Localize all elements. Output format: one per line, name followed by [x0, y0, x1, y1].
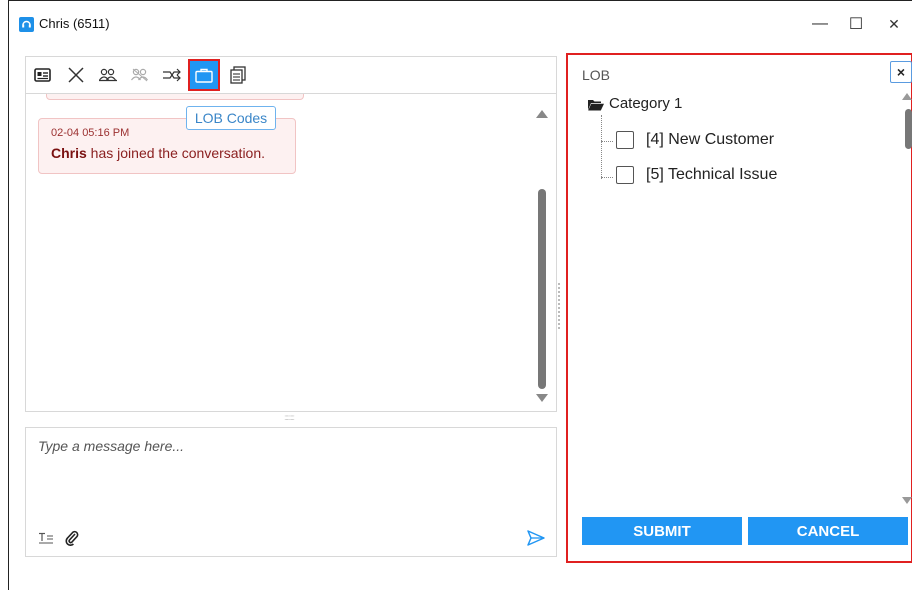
scroll-down-arrow-icon[interactable]	[536, 394, 548, 402]
text-format-icon[interactable]	[36, 528, 56, 548]
folder-open-icon	[588, 98, 604, 110]
lob-item-label: [4] New Customer	[646, 131, 775, 148]
horizontal-splitter[interactable]: ::::::::	[269, 414, 309, 422]
tree-connector	[601, 115, 602, 179]
message-sender: Chris	[51, 145, 87, 161]
lob-panel-title: LOB	[582, 67, 611, 83]
conference-icon[interactable]	[96, 63, 120, 87]
checkbox[interactable]	[616, 131, 634, 149]
message-input[interactable]	[38, 438, 538, 518]
end-chat-icon[interactable]	[64, 63, 88, 87]
close-icon: ×	[896, 64, 906, 80]
consult-disabled-icon	[128, 63, 152, 87]
title-bar: Chris (6511) — ☐ ✕	[9, 1, 912, 45]
vertical-splitter[interactable]	[558, 283, 560, 329]
lob-codes-button[interactable]	[188, 59, 220, 91]
lob-item-label: [5] Technical Issue	[646, 166, 778, 183]
attachment-icon[interactable]	[62, 528, 82, 548]
cancel-button[interactable]: CANCEL	[748, 517, 908, 545]
chat-transcript[interactable]: 02-04 05:16 PM Chris has joined the conv…	[25, 94, 557, 412]
send-icon[interactable]	[526, 528, 546, 548]
checkbox[interactable]	[616, 166, 634, 184]
chat-toolbar	[25, 56, 557, 94]
previous-message-bubble	[46, 94, 304, 100]
minimize-button[interactable]: —	[805, 11, 835, 37]
lob-close-button[interactable]: ×	[890, 61, 912, 83]
contact-card-icon[interactable]	[30, 63, 54, 87]
close-button[interactable]: ✕	[879, 11, 909, 37]
message-text: Chris has joined the conversation.	[51, 145, 283, 161]
document-icon[interactable]	[226, 63, 250, 87]
lob-category[interactable]: Category 1	[588, 95, 682, 112]
submit-button[interactable]: SUBMIT	[582, 517, 742, 545]
lob-scroll-down-arrow-icon[interactable]	[902, 497, 912, 504]
lob-item-new-customer[interactable]: [4] New Customer	[616, 131, 774, 149]
transcript-scrollbar-thumb[interactable]	[538, 189, 546, 389]
category-label: Category 1	[609, 95, 683, 112]
lob-item-technical-issue[interactable]: [5] Technical Issue	[616, 166, 777, 184]
chat-window: Chris (6511) — ☐ ✕ LOB Codes 02-04 05:16…	[8, 0, 912, 590]
message-compose-area	[25, 427, 557, 557]
headset-icon	[19, 17, 34, 32]
scroll-up-arrow-icon[interactable]	[536, 110, 548, 118]
transfer-icon[interactable]	[160, 63, 184, 87]
window-title: Chris (6511)	[39, 16, 110, 31]
lob-codes-tooltip: LOB Codes	[186, 106, 276, 130]
lob-scroll-up-arrow-icon[interactable]	[902, 93, 912, 100]
message-body: has joined the conversation.	[86, 145, 266, 161]
tree-connector	[601, 177, 613, 178]
lob-panel: LOB × Category 1 [4] New Customer [5] Te…	[566, 53, 912, 563]
lob-scrollbar-thumb[interactable]	[905, 109, 912, 149]
maximize-button[interactable]: ☐	[841, 11, 871, 37]
tree-connector	[601, 141, 613, 142]
